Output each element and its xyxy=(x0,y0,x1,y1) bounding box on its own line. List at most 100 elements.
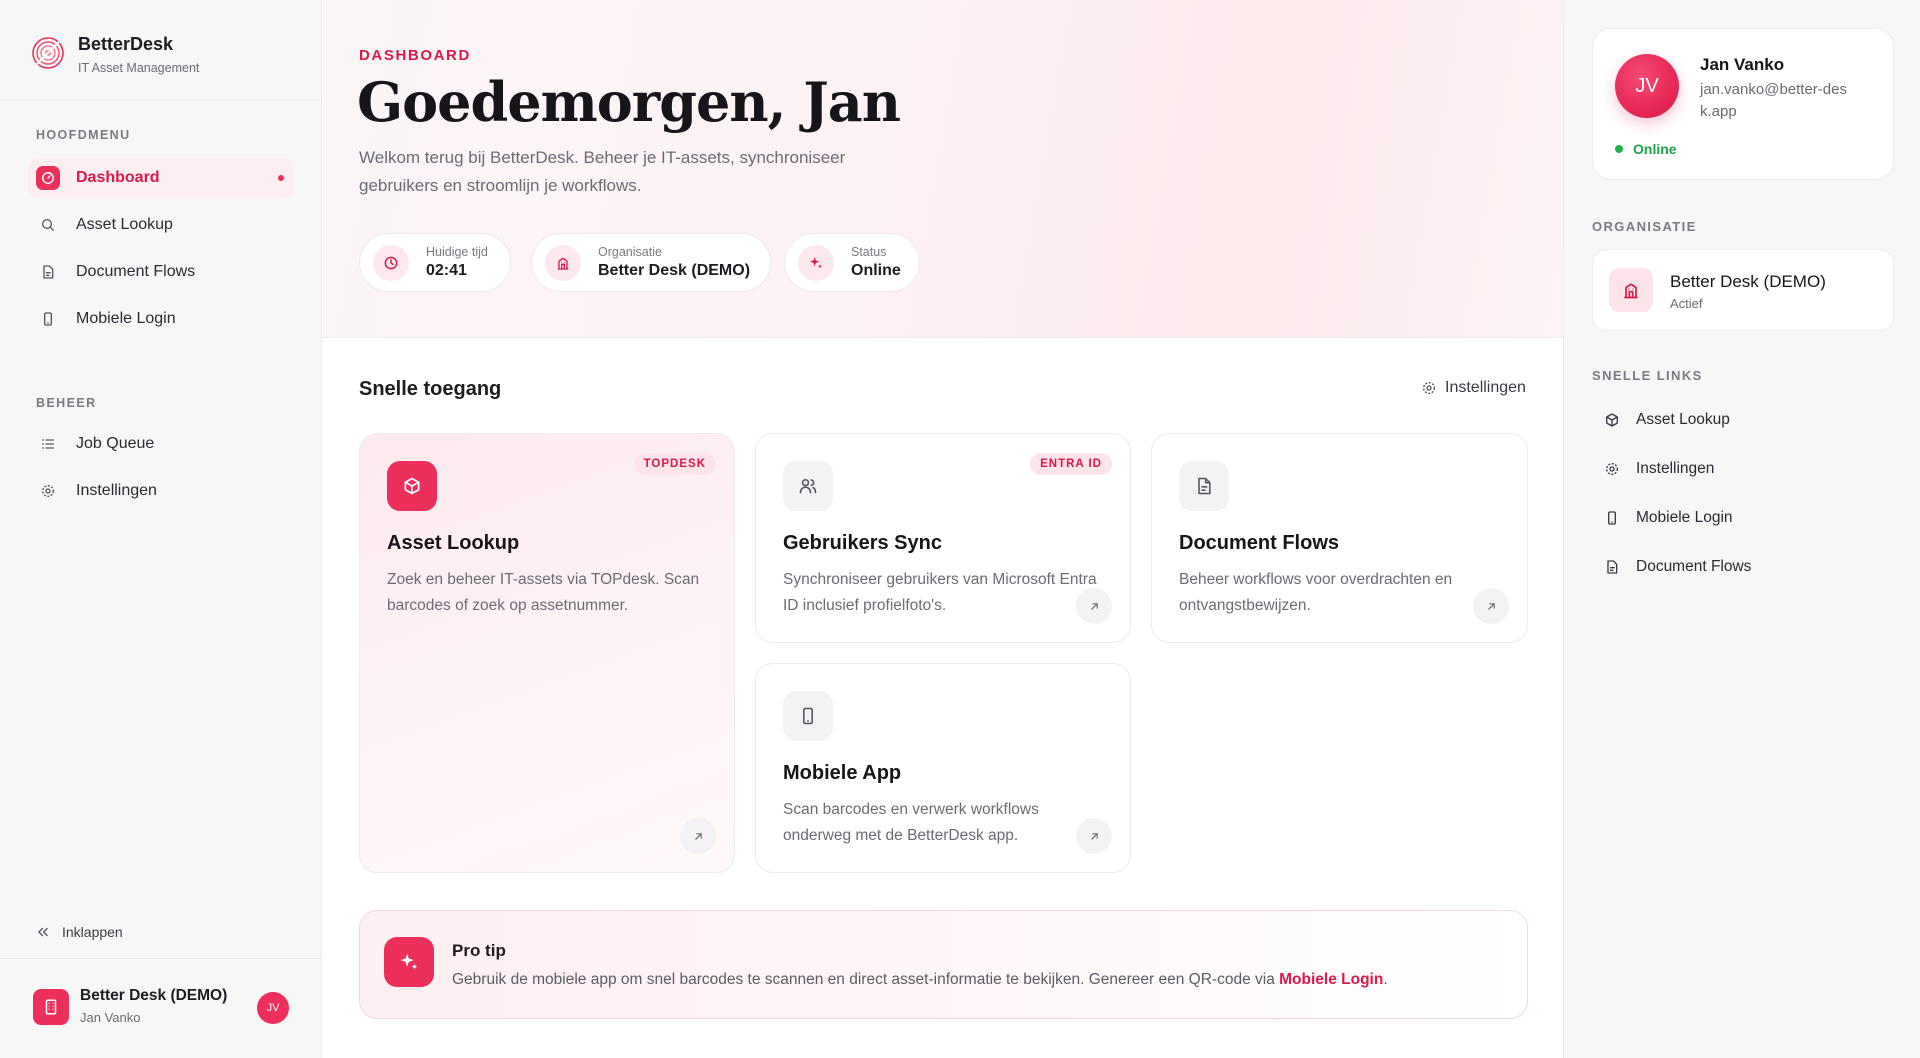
pill-label: Organisatie xyxy=(598,245,662,259)
sidebar-item-job-queue[interactable]: Job Queue xyxy=(28,424,294,464)
hero-section: DASHBOARD Goedemorgen, Jan Welkom terug … xyxy=(322,0,1563,338)
pro-tip-text: Gebruik de mobiele app om snel barcodes … xyxy=(452,971,1388,989)
greeting-name: Jan xyxy=(803,70,901,134)
current-time-pill: Huidige tijd 02:41 xyxy=(359,233,511,292)
box-icon xyxy=(387,461,437,511)
profile-card[interactable]: JV Jan Vanko jan.vanko@better-desk.app O… xyxy=(1592,28,1894,180)
quick-link-mobiele-login[interactable]: Mobiele Login xyxy=(1604,506,1733,530)
card-title: Gebruikers Sync xyxy=(783,532,942,554)
brand-name: BetterDesk xyxy=(78,34,174,54)
card-description: Scan barcodes en verwerk workflows onder… xyxy=(783,801,1039,844)
left-sidebar: BetterDesk IT Asset Management HOOFDMENU… xyxy=(0,0,322,1058)
quick-link-label: Mobiele Login xyxy=(1636,509,1733,526)
entra-id-badge: ENTRA ID xyxy=(1030,453,1112,475)
list-icon xyxy=(36,432,60,456)
card-title: Document Flows xyxy=(1179,532,1340,554)
quick-link-asset-lookup[interactable]: Asset Lookup xyxy=(1604,408,1730,432)
organization-card[interactable]: Better Desk (DEMO) Actief xyxy=(1592,249,1894,331)
quick-link-label: Document Flows xyxy=(1636,558,1752,575)
sidebar-item-document-flows[interactable]: Document Flows xyxy=(28,252,294,292)
sidebar-item-label: Document Flows xyxy=(76,263,196,280)
quick-link-document-flows[interactable]: Document Flows xyxy=(1604,555,1751,579)
arrow-up-right-icon[interactable] xyxy=(1076,818,1112,854)
arrow-up-right-icon[interactable] xyxy=(1076,588,1112,624)
organization-pill: Organisatie Better Desk (DEMO) xyxy=(531,233,771,292)
footer-organization-name: Better Desk (DEMO) xyxy=(80,987,228,1004)
avatar: JV xyxy=(1615,54,1679,118)
building-icon xyxy=(545,245,581,281)
welcome-text: Welkom terug bij BetterDesk. Beheer je I… xyxy=(359,148,846,195)
sidebar-item-mobiele-login[interactable]: Mobiele Login xyxy=(28,299,294,339)
pro-tip-body: Gebruik de mobiele app om snel barcodes … xyxy=(452,971,1275,988)
page-eyebrow: DASHBOARD xyxy=(359,47,471,64)
pro-tip-suffix: . xyxy=(1383,971,1388,988)
arrow-up-right-icon[interactable] xyxy=(1473,588,1509,624)
document-icon xyxy=(36,260,60,284)
right-panel: JV Jan Vanko jan.vanko@better-desk.app O… xyxy=(1563,0,1920,1058)
sparkle-icon xyxy=(798,245,834,281)
collapse-sidebar-button[interactable]: Inklappen xyxy=(36,921,123,943)
card-gebruikers-sync[interactable]: ENTRA ID Gebruikers Sync Synchroniseer g… xyxy=(755,433,1131,643)
card-description: Zoek en beheer IT-assets via TOPdesk. Sc… xyxy=(387,571,700,614)
card-asset-lookup[interactable]: TOPDESK Asset Lookup Zoek en beheer IT-a… xyxy=(359,433,735,873)
settings-link-label: Instellingen xyxy=(1445,379,1526,396)
sidebar-item-label: Asset Lookup xyxy=(76,216,173,233)
gear-icon xyxy=(36,479,60,503)
pill-label: Huidige tijd xyxy=(426,245,488,259)
building-icon xyxy=(33,989,69,1025)
quick-links-section-label: SNELLE LINKS xyxy=(1592,368,1703,383)
box-icon xyxy=(1606,413,1618,427)
sidebar-item-label: Mobiele Login xyxy=(76,310,176,327)
sidebar-footer-account[interactable]: Better Desk (DEMO) Jan Vanko JV xyxy=(0,958,321,1058)
arrow-up-right-icon[interactable] xyxy=(680,818,716,854)
quick-link-label: Asset Lookup xyxy=(1636,411,1730,428)
quick-link-instellingen[interactable]: Instellingen xyxy=(1604,457,1714,481)
main-menu-label: HOOFDMENU xyxy=(36,128,131,142)
greeting-text: Goedemorgen, xyxy=(357,70,786,134)
sidebar-item-asset-lookup[interactable]: Asset Lookup xyxy=(28,205,294,245)
card-document-flows[interactable]: Document Flows Beheer workflows voor ove… xyxy=(1151,433,1528,643)
organization-section-label: ORGANISATIE xyxy=(1592,219,1697,234)
settings-link[interactable]: Instellingen xyxy=(1421,379,1526,397)
sidebar-item-label: Dashboard xyxy=(76,169,160,186)
gear-icon xyxy=(1606,463,1618,475)
card-title: Asset Lookup xyxy=(387,532,520,554)
card-mobiele-app[interactable]: Mobiele App Scan barcodes en verwerk wor… xyxy=(755,663,1131,873)
brand-logo-icon xyxy=(32,37,64,69)
avatar[interactable]: JV xyxy=(257,992,289,1024)
card-description: Beheer workflows voor overdrachten en on… xyxy=(1179,571,1453,614)
quick-access-title: Snelle toegang xyxy=(359,378,502,400)
collapse-label: Inklappen xyxy=(62,924,123,940)
dashboard-icon xyxy=(36,166,60,190)
footer-user-name: Jan Vanko xyxy=(80,1010,141,1025)
document-icon xyxy=(1179,461,1229,511)
sidebar-item-label: Job Queue xyxy=(76,435,155,452)
sidebar-item-dashboard[interactable]: Dashboard xyxy=(28,158,294,198)
status-badge: Online xyxy=(1615,141,1677,157)
sidebar-item-instellingen[interactable]: Instellingen xyxy=(28,471,294,511)
profile-name: Jan Vanko xyxy=(1700,55,1785,74)
smartphone-icon xyxy=(1608,511,1616,525)
status-pill: Status Online xyxy=(784,233,920,292)
search-icon xyxy=(36,213,60,237)
organization-status: Actief xyxy=(1670,296,1703,311)
chevrons-left-icon xyxy=(38,927,48,937)
mobiele-login-link[interactable]: Mobiele Login xyxy=(1279,971,1383,988)
pro-tip-title: Pro tip xyxy=(452,941,506,960)
organization-name: Better Desk (DEMO) xyxy=(1670,272,1826,291)
smartphone-icon xyxy=(783,691,833,741)
smartphone-icon xyxy=(36,307,60,331)
quick-link-label: Instellingen xyxy=(1636,460,1715,477)
brand-subtitle: IT Asset Management xyxy=(78,61,200,75)
topdesk-badge: TOPDESK xyxy=(633,453,716,475)
pill-value: Better Desk (DEMO) xyxy=(598,262,751,279)
main-content: DASHBOARD Goedemorgen, Jan Welkom terug … xyxy=(322,0,1563,1058)
building-icon xyxy=(1609,268,1653,312)
sparkle-icon xyxy=(384,937,434,987)
pro-tip-banner: Pro tip Gebruik de mobiele app om snel b… xyxy=(359,910,1528,1019)
brand-header[interactable]: BetterDesk IT Asset Management xyxy=(0,0,321,100)
manage-section-label: BEHEER xyxy=(36,396,97,410)
status-label: Online xyxy=(1633,141,1677,157)
active-indicator-dot xyxy=(278,175,284,181)
page-title: Goedemorgen, Jan xyxy=(357,70,901,134)
